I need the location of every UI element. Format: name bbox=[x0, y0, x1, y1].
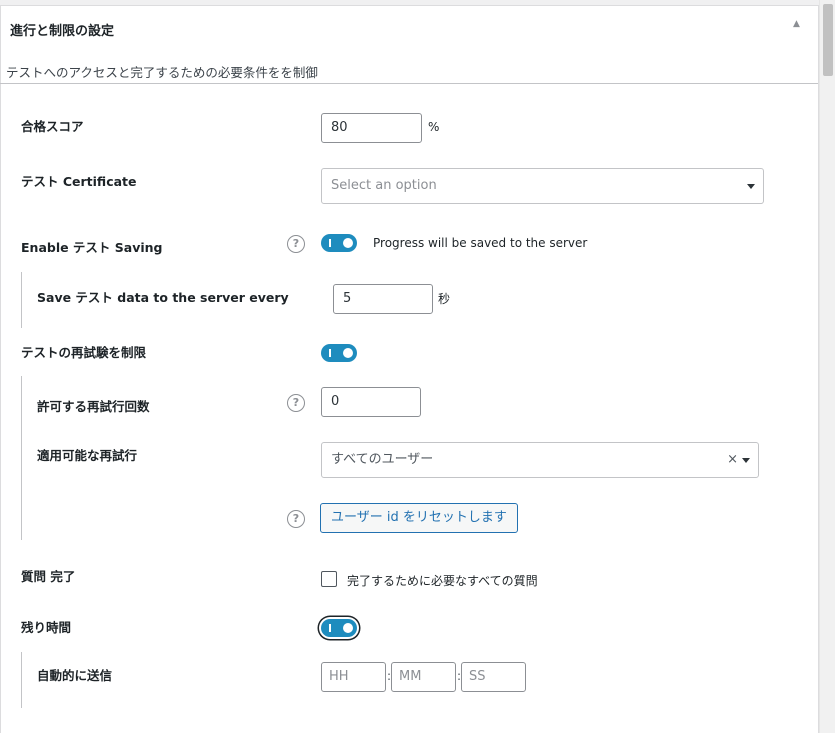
retakes-allowed-input[interactable]: 0 bbox=[321, 387, 421, 417]
section-description: テストへのアクセスと完了するための必要条件をを制御 bbox=[6, 65, 318, 80]
toggle-knob bbox=[343, 238, 353, 248]
toggle-on-icon bbox=[329, 349, 331, 357]
toggle-knob bbox=[343, 348, 353, 358]
minutes-input[interactable]: MM bbox=[391, 662, 456, 692]
help-icon[interactable]: ? bbox=[287, 235, 305, 253]
question-completion-checkbox[interactable] bbox=[321, 571, 337, 587]
save-interval-label: Save テスト data to the server every bbox=[37, 290, 289, 305]
retakes-applicable-label: 適用可能な再試行 bbox=[37, 448, 138, 463]
limit-retakes-label: テストの再試験を制限 bbox=[21, 345, 147, 360]
auto-submit-label: 自動的に送信 bbox=[37, 668, 113, 683]
question-completion-checkbox-label: 完了するために必要なすべての質問 bbox=[347, 574, 538, 588]
scrollbar-thumb[interactable] bbox=[823, 4, 833, 76]
toggle-on-icon bbox=[329, 239, 331, 247]
section-title: 進行と制限の設定 bbox=[10, 24, 115, 39]
saving-subsection-bar bbox=[21, 272, 22, 328]
page-scrollbar[interactable] bbox=[819, 0, 835, 733]
pass-score-label: 合格スコア bbox=[21, 119, 84, 134]
chevron-down-icon bbox=[747, 184, 755, 189]
certificate-placeholder: Select an option bbox=[331, 178, 437, 193]
seconds-input[interactable]: SS bbox=[461, 662, 526, 692]
retakes-applicable-value: すべてのユーザー bbox=[331, 452, 434, 467]
saving-toggle[interactable] bbox=[321, 234, 357, 252]
save-interval-unit: 秒 bbox=[438, 292, 451, 306]
saving-description: Progress will be saved to the server bbox=[373, 236, 588, 250]
save-interval-input[interactable]: 5 bbox=[333, 284, 433, 314]
hours-input[interactable]: HH bbox=[321, 662, 386, 692]
chevron-down-icon bbox=[742, 458, 750, 463]
time-remaining-label: 残り時間 bbox=[21, 620, 72, 635]
retakes-applicable-select[interactable]: すべてのユーザー × bbox=[321, 442, 759, 478]
pass-score-input[interactable]: 80 bbox=[321, 113, 422, 143]
auto-submit-subsection-bar bbox=[21, 652, 22, 708]
clear-icon[interactable]: × bbox=[727, 443, 738, 477]
question-completion-label: 質問 完了 bbox=[21, 569, 76, 584]
retakes-subsection-bar bbox=[21, 376, 22, 540]
time-remaining-toggle[interactable] bbox=[321, 619, 357, 637]
toggle-knob bbox=[343, 623, 353, 633]
limit-retakes-toggle[interactable] bbox=[321, 344, 357, 362]
saving-label: Enable テスト Saving bbox=[21, 240, 163, 255]
certificate-select[interactable]: Select an option bbox=[321, 168, 764, 204]
help-icon[interactable]: ? bbox=[287, 394, 305, 412]
retakes-allowed-label: 許可する再試行回数 bbox=[37, 399, 150, 414]
certificate-label: テスト Certificate bbox=[21, 174, 137, 189]
toggle-on-icon bbox=[329, 624, 331, 632]
reset-user-id-button[interactable]: ユーザー id をリセットします bbox=[320, 503, 518, 533]
pass-score-unit: % bbox=[428, 120, 440, 134]
header-divider bbox=[0, 83, 818, 84]
collapse-arrow-icon[interactable]: ▲ bbox=[793, 19, 800, 29]
help-icon[interactable]: ? bbox=[287, 510, 305, 528]
